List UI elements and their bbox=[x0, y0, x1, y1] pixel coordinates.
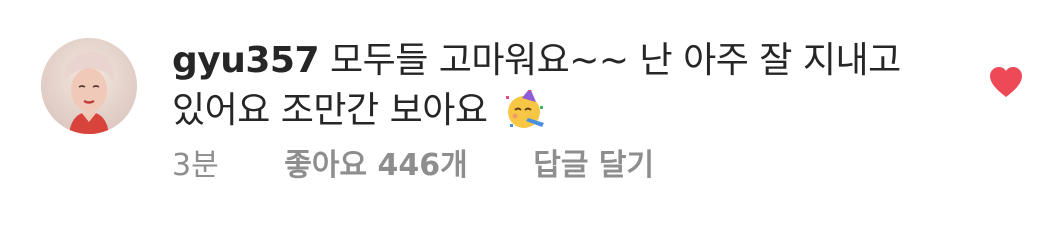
comment-time: 3분 bbox=[172, 148, 219, 183]
comment-meta: 3분 좋아요 446개 답글 달기 bbox=[172, 144, 654, 188]
likes-count-button[interactable]: 좋아요 446개 bbox=[284, 144, 467, 188]
partying-face-icon bbox=[504, 87, 548, 130]
username-link[interactable]: gyu357 bbox=[172, 40, 320, 81]
avatar[interactable] bbox=[41, 38, 137, 134]
comment-body: gyu357 모두들 고마워요~~ 난 아주 잘 지내고있어요 조만간 보아요 bbox=[172, 36, 912, 136]
heart-icon[interactable] bbox=[988, 66, 1024, 98]
reply-button[interactable]: 답글 달기 bbox=[533, 144, 654, 188]
avatar-image bbox=[41, 38, 137, 134]
comment-row: gyu357 모두들 고마워요~~ 난 아주 잘 지내고있어요 조만간 보아요 bbox=[0, 0, 1057, 241]
